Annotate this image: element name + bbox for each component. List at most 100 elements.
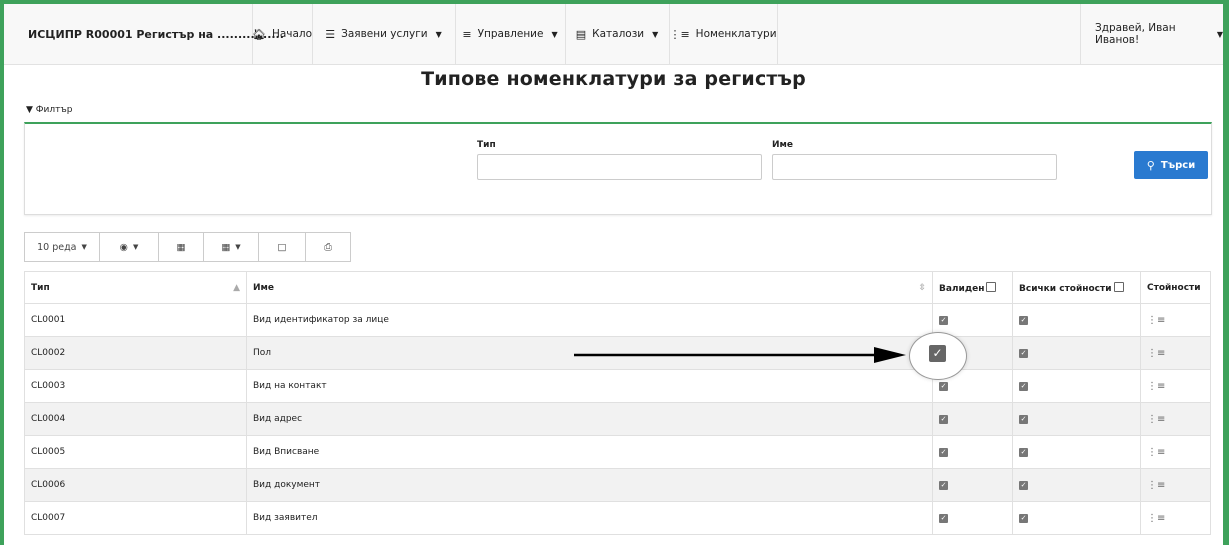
cell-name: Вид документ xyxy=(246,468,933,502)
user-greeting: Здравей, Иван Иванов! xyxy=(1095,22,1176,46)
name-input[interactable] xyxy=(772,154,1057,180)
col-header-name[interactable]: Име ⇳ xyxy=(246,271,933,304)
cell-values: ⋮≡ xyxy=(1140,435,1211,469)
sort-icon: ⇳ xyxy=(918,282,926,293)
col-header-valid-label: Валиден xyxy=(939,283,985,294)
search-button-label: Търси xyxy=(1160,159,1196,171)
table-row[interactable]: CL0004 Вид адрес ✓ ✓ ⋮≡ xyxy=(24,402,1211,436)
excel-file-icon: ▦ xyxy=(176,241,186,253)
chevron-down-icon: ▼ xyxy=(132,243,139,251)
cell-valid: ✓ xyxy=(932,501,1013,535)
list-icon: ⋮≡ xyxy=(669,27,690,41)
table-row[interactable]: CL0007 Вид заявител ✓ ✓ ⋮≡ xyxy=(24,501,1211,535)
col-header-valid: Валиден xyxy=(932,271,1013,304)
print-button[interactable]: ⎙ xyxy=(305,232,351,262)
column-visibility-button[interactable]: ◉ ▼ xyxy=(99,232,159,262)
table-row[interactable]: CL0003 Вид на контакт ✓ ✓ ⋮≡ xyxy=(24,369,1211,403)
values-list-icon[interactable]: ⋮≡ xyxy=(1147,348,1165,359)
nav-management[interactable]: ≡ Управление ▼ xyxy=(455,4,566,64)
values-list-icon[interactable]: ⋮≡ xyxy=(1147,513,1165,524)
table-header-row: Тип ▲ Име ⇳ Валиден Всички стойности Стойн… xyxy=(24,271,1211,304)
all-values-checkbox[interactable]: ✓ xyxy=(1019,481,1028,490)
values-list-icon[interactable]: ⋮≡ xyxy=(1147,447,1165,458)
col-header-name-label: Име xyxy=(253,282,274,293)
nav-requested-services[interactable]: ☰ Заявени услуги ▼ xyxy=(312,4,456,64)
chevron-down-icon: ▼ xyxy=(652,29,659,39)
cell-name: Вид на контакт xyxy=(246,369,933,403)
values-list-icon[interactable]: ⋮≡ xyxy=(1147,315,1165,326)
select-all-valid-checkbox[interactable] xyxy=(986,281,997,292)
nav-catalogs-label: Каталози xyxy=(592,28,645,40)
magnified-valid-checkbox[interactable]: ✓ xyxy=(929,345,946,362)
filter-panel: Тип Име ⚲ Търси xyxy=(24,122,1212,215)
table-row[interactable]: CL0005 Вид Вписване ✓ ✓ ⋮≡ xyxy=(24,435,1211,469)
csv-file-icon: ▦ xyxy=(221,241,231,253)
select-all-values-checkbox[interactable] xyxy=(1113,281,1124,292)
col-header-values: Стойности xyxy=(1140,271,1211,304)
cell-values: ⋮≡ xyxy=(1140,468,1211,502)
filter-toggle-label: Филтър xyxy=(35,105,73,115)
name-label: Име xyxy=(772,140,793,150)
caret-down-icon: ▼ xyxy=(26,105,33,115)
values-list-icon[interactable]: ⋮≡ xyxy=(1147,480,1165,491)
top-navbar: ИСЦИПР R00001 Регистър на ..............… xyxy=(4,4,1223,65)
nav-home-label: Начало xyxy=(271,28,313,40)
all-values-checkbox[interactable]: ✓ xyxy=(1019,514,1028,523)
filter-toggle[interactable]: ▼ Филтър xyxy=(26,105,72,115)
cell-valid: ✓ xyxy=(932,468,1013,502)
valid-checkbox[interactable]: ✓ xyxy=(939,316,948,325)
home-icon: 🏠︎ xyxy=(251,27,266,41)
table-row[interactable]: CL0001 Вид идентификатор за лице ✓ ✓ ⋮≡ xyxy=(24,303,1211,337)
page-size-label: 10 реда xyxy=(37,241,77,253)
cell-values: ⋮≡ xyxy=(1140,402,1211,436)
brand[interactable]: ИСЦИПР R00001 Регистър на ..............… xyxy=(4,4,284,64)
cell-values: ⋮≡ xyxy=(1140,303,1211,337)
chevron-down-icon: ▼ xyxy=(435,29,442,39)
nav-home[interactable]: 🏠︎ Начало xyxy=(252,4,313,64)
user-menu[interactable]: Здравей, Иван Иванов! ▼ xyxy=(1080,4,1223,64)
col-header-all-values-label: Всички стойности xyxy=(1019,283,1112,294)
all-values-checkbox[interactable]: ✓ xyxy=(1019,316,1028,325)
cell-all-values: ✓ xyxy=(1012,369,1141,403)
table-row[interactable]: CL0006 Вид документ ✓ ✓ ⋮≡ xyxy=(24,468,1211,502)
col-header-all-values: Всички стойности xyxy=(1012,271,1141,304)
type-label: Тип xyxy=(477,140,496,150)
export-csv-button[interactable]: ▦ ▼ xyxy=(203,232,259,262)
cell-all-values: ✓ xyxy=(1012,303,1141,337)
sliders-icon: ≡ xyxy=(462,27,472,41)
export-excel-button[interactable]: ▦ xyxy=(158,232,204,262)
col-header-type[interactable]: Тип ▲ xyxy=(24,271,247,304)
annotation-arrow xyxy=(574,347,906,363)
table-toolbar: 10 реда ▼ ◉ ▼ ▦ ▦ ▼ □ ⎙ xyxy=(24,232,351,262)
search-button[interactable]: ⚲ Търси xyxy=(1134,151,1208,179)
valid-checkbox[interactable]: ✓ xyxy=(939,481,948,490)
valid-checkbox[interactable]: ✓ xyxy=(939,382,948,391)
cell-all-values: ✓ xyxy=(1012,336,1141,370)
chevron-down-icon: ▼ xyxy=(235,243,241,251)
cell-type: CL0004 xyxy=(24,402,247,436)
cell-values: ⋮≡ xyxy=(1140,336,1211,370)
print-icon: ⎙ xyxy=(324,241,332,253)
all-values-checkbox[interactable]: ✓ xyxy=(1019,448,1028,457)
valid-checkbox[interactable]: ✓ xyxy=(939,514,948,523)
values-list-icon[interactable]: ⋮≡ xyxy=(1147,381,1165,392)
all-values-checkbox[interactable]: ✓ xyxy=(1019,382,1028,391)
all-values-checkbox[interactable]: ✓ xyxy=(1019,415,1028,424)
valid-checkbox[interactable]: ✓ xyxy=(939,415,948,424)
col-header-type-label: Тип xyxy=(31,282,50,293)
catalog-icon: ▤ xyxy=(575,27,587,41)
cell-all-values: ✓ xyxy=(1012,435,1141,469)
nav-catalogs[interactable]: ▤ Каталози ▼ xyxy=(565,4,670,64)
export-pdf-button[interactable]: □ xyxy=(258,232,306,262)
values-list-icon[interactable]: ⋮≡ xyxy=(1147,414,1165,425)
nav-nomenclatures-label: Номенклатури xyxy=(695,28,777,40)
chevron-down-icon: ▼ xyxy=(551,29,558,39)
page-size-dropdown[interactable]: 10 реда ▼ xyxy=(24,232,100,262)
nav-requested-services-label: Заявени услуги xyxy=(341,28,428,40)
valid-checkbox[interactable]: ✓ xyxy=(939,448,948,457)
type-input[interactable] xyxy=(477,154,762,180)
nav-nomenclatures[interactable]: ⋮≡ Номенклатури xyxy=(669,4,778,64)
cell-type: CL0006 xyxy=(24,468,247,502)
all-values-checkbox[interactable]: ✓ xyxy=(1019,349,1028,358)
brand-title: ИСЦИПР R00001 Регистър на ..............… xyxy=(28,27,284,41)
